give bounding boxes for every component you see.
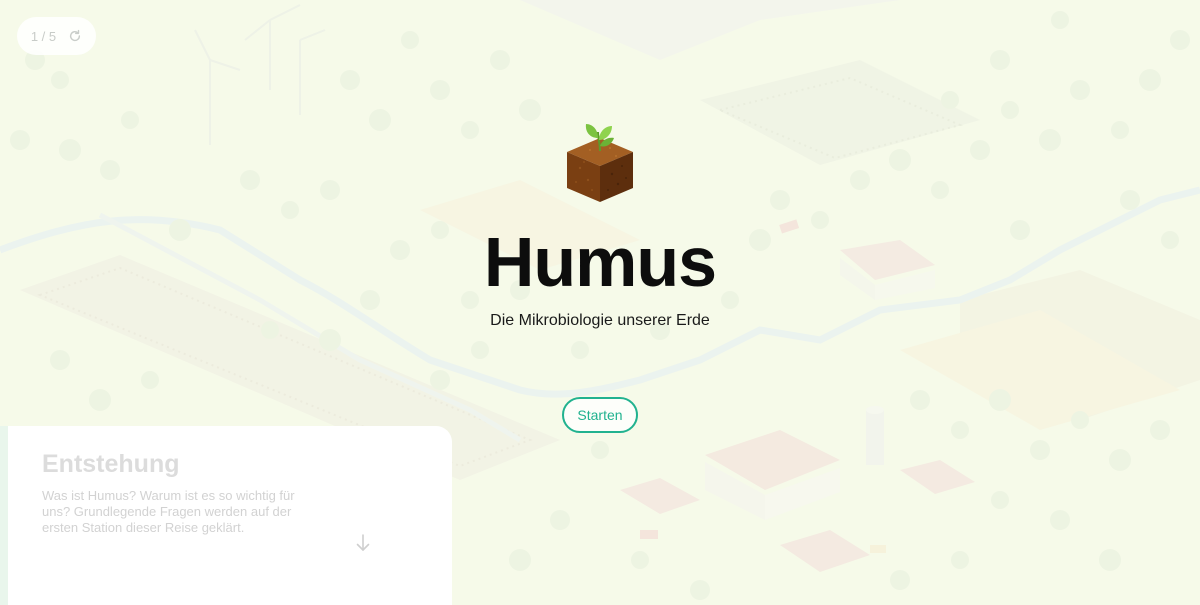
start-button[interactable]: Starten <box>562 397 638 433</box>
chapter-description: Was ist Humus? Warum ist es so wichtig f… <box>42 488 295 535</box>
page-subtitle: Die Mikrobiologie unserer Erde <box>490 312 710 329</box>
arrow-down-icon[interactable] <box>356 534 370 552</box>
card-left-edge <box>0 426 8 605</box>
chapter-card[interactable]: Entstehung Was ist Humus? Warum ist es s… <box>8 426 452 605</box>
soil-cube-sprout-icon <box>567 124 633 202</box>
progress-text: 1 / 5 <box>30 28 57 44</box>
reload-icon[interactable] <box>68 29 82 43</box>
progress-indicator: 1 / 5 <box>17 17 96 55</box>
page-title: Humus <box>483 223 717 301</box>
chapter-title: Entstehung <box>42 450 180 478</box>
